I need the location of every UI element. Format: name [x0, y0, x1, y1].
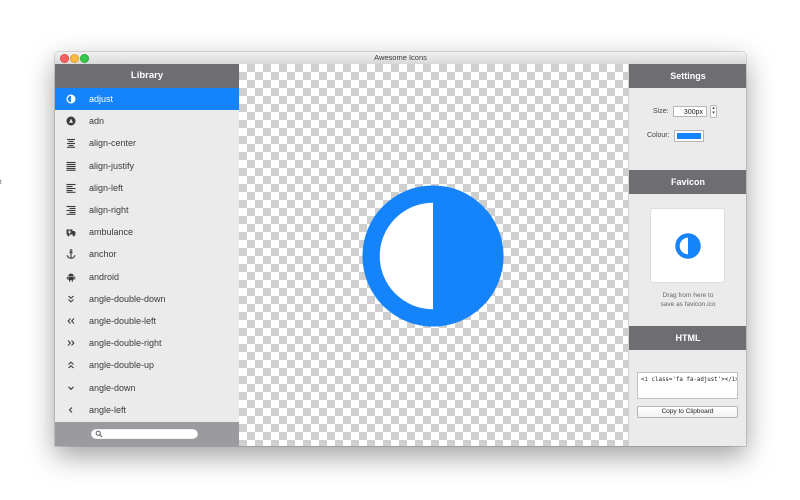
library-item-ambulance[interactable]: ambulance: [55, 221, 239, 243]
library-item-label: angle-double-down: [89, 293, 166, 304]
app-window: Awesome Icons Library adjust adn align-cen…: [55, 52, 746, 446]
angle-double-up-icon: [64, 360, 78, 370]
library-item-align-center[interactable]: align-center: [55, 132, 239, 154]
adjust-icon: [64, 94, 78, 104]
favicon-hint-line1: Drag from here to: [662, 292, 714, 299]
favicon-drag-area[interactable]: [651, 209, 724, 282]
colour-well[interactable]: [674, 130, 704, 142]
align-right-icon: [64, 205, 78, 215]
android-icon: [64, 272, 78, 282]
library-item-android[interactable]: android: [55, 266, 239, 288]
library-item-angle-double-right[interactable]: angle-double-right: [55, 332, 239, 354]
angle-double-down-icon: [64, 294, 78, 304]
align-justify-icon: [64, 161, 78, 171]
library-item-align-right[interactable]: align-right: [55, 199, 239, 221]
library-item-label: angle-double-left: [89, 315, 157, 326]
favicon-hint-line2: save as favicon.ico: [660, 301, 716, 308]
icon-preview-canvas: [239, 64, 628, 446]
size-input[interactable]: 300px: [673, 106, 707, 117]
library-item-adn[interactable]: adn: [55, 110, 239, 132]
library-item-angle-down[interactable]: angle-down: [55, 376, 239, 398]
library-item-label: align-left: [89, 182, 124, 193]
sidebar-footer: [55, 422, 239, 446]
right-panel: Settings Size: 300px ▴ ▾ Colour: Favicon …: [628, 64, 746, 446]
library-header: Library: [55, 64, 239, 88]
library-item-anchor[interactable]: anchor: [55, 243, 239, 265]
library-sidebar: Library adjust adn align-center align-justi…: [55, 64, 239, 446]
search-icon: [95, 430, 103, 438]
library-item-label: align-right: [89, 205, 129, 216]
colour-swatch: [677, 133, 701, 139]
anchor-icon: [64, 249, 78, 260]
size-stepper[interactable]: ▴ ▾: [710, 105, 717, 118]
library-item-angle-double-up[interactable]: angle-double-up: [55, 354, 239, 376]
library-item-label: angle-left: [89, 404, 127, 415]
library-item-angle-left[interactable]: angle-left: [55, 399, 239, 421]
angle-down-icon: [64, 383, 78, 393]
angle-double-right-icon: [64, 338, 78, 348]
angle-left-icon: [64, 405, 78, 415]
library-item-align-justify[interactable]: align-justify: [55, 155, 239, 177]
library-item-label: angle-down: [89, 382, 136, 393]
copy-to-clipboard-button[interactable]: Copy to Clipboard: [637, 406, 738, 418]
favicon-header: Favicon: [629, 170, 746, 194]
icon-list: adjust adn align-center align-justify align-…: [55, 88, 239, 421]
search-field[interactable]: [91, 429, 198, 439]
library-item-label: angle-double-up: [89, 360, 155, 371]
align-left-icon: [64, 183, 78, 193]
library-item-label: angle-double-right: [89, 338, 162, 349]
library-item-angle-double-down[interactable]: angle-double-down: [55, 288, 239, 310]
window-title: Awesome Icons: [374, 53, 427, 62]
library-item-label: align-justify: [89, 160, 135, 171]
angle-double-left-icon: [64, 316, 78, 326]
adjust-icon-preview[interactable]: [361, 184, 505, 328]
html-code-field[interactable]: <i class='fa fa-adjust'></i>: [637, 372, 738, 399]
adjust-icon-favicon: [675, 233, 701, 259]
ambulance-icon: [64, 227, 78, 237]
library-item-adjust[interactable]: adjust: [55, 88, 239, 111]
library-item-label: adjust: [89, 94, 114, 105]
library-item-label: android: [89, 271, 120, 282]
size-label: Size:: [653, 108, 669, 115]
colour-label: Colour:: [647, 132, 670, 139]
align-center-icon: [64, 138, 78, 149]
html-header: HTML: [629, 326, 746, 350]
library-item-label: ambulance: [89, 227, 134, 238]
stray-text: t: [0, 180, 2, 186]
library-item-label: adn: [89, 116, 105, 127]
library-item-angle-double-left[interactable]: angle-double-left: [55, 310, 239, 332]
settings-header: Settings: [629, 64, 746, 88]
adn-icon: [64, 116, 78, 126]
library-item-align-left[interactable]: align-left: [55, 177, 239, 199]
favicon-hint: Drag from here to save as favicon.ico: [629, 291, 746, 309]
library-item-label: anchor: [89, 249, 117, 260]
library-item-label: align-center: [89, 138, 137, 149]
